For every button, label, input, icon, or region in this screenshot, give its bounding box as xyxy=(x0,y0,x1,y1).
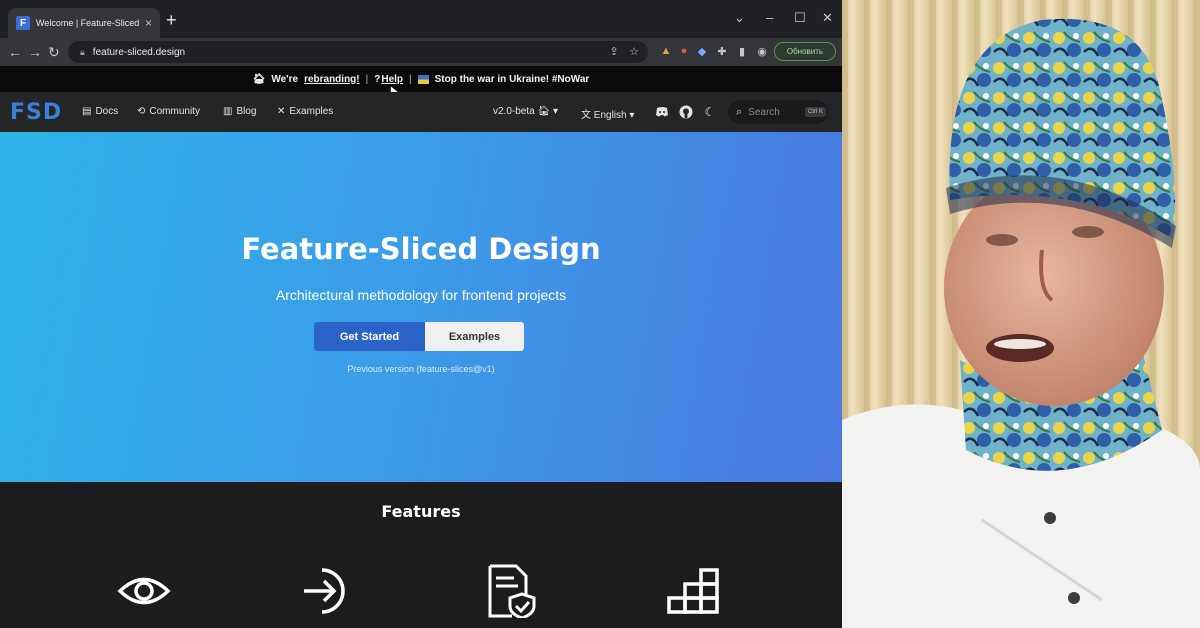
hero-subtitle: Architectural methodology for frontend p… xyxy=(275,287,567,303)
extension-icon[interactable]: ◆ xyxy=(696,44,708,58)
party-icon: 🏠︎ xyxy=(252,73,266,85)
forward-icon[interactable]: → xyxy=(28,43,42,61)
tab-strip: F Welcome | Feature-Sliced Design × + ⌄ … xyxy=(0,0,842,38)
ukraine-flag-icon xyxy=(417,74,429,84)
site-navbar: FSD ▤ Docs ⟲ Community ▥ Blog ✕ Examples… xyxy=(0,92,842,132)
extensions-puzzle-icon[interactable]: ✚ xyxy=(716,44,728,58)
close-window-icon[interactable]: ✕ xyxy=(822,10,833,26)
tools-icon: ✕ xyxy=(277,106,286,117)
screenshot: F Welcome | Feature-Sliced Design × + ⌄ … xyxy=(0,0,1200,628)
nav-examples[interactable]: ✕ Examples xyxy=(277,106,333,117)
examples-button[interactable]: Examples xyxy=(425,322,524,351)
extension-icon[interactable]: ● xyxy=(678,44,690,58)
url-text: feature-sliced.design xyxy=(92,46,186,58)
search-icon: ⌕ xyxy=(736,105,743,118)
address-bar[interactable]: 🔒︎ feature-sliced.design xyxy=(68,41,648,63)
profile-icon[interactable]: ◉ xyxy=(756,44,768,58)
nav-docs[interactable]: ▤ Docs xyxy=(82,106,118,117)
help-prefix: ? xyxy=(374,73,381,85)
community-icon: ⟲ xyxy=(137,106,146,117)
discord-icon[interactable] xyxy=(654,104,670,120)
rebranding-link[interactable]: rebranding! xyxy=(304,74,360,85)
lock-icon: 🔒︎ xyxy=(80,46,85,57)
separator: | xyxy=(365,73,369,85)
blog-icon: ▥ xyxy=(223,106,233,117)
webcam-video xyxy=(842,0,1200,628)
nav-examples-label: Examples xyxy=(289,106,334,117)
side-panel-icon[interactable]: ▮ xyxy=(736,44,748,58)
version-dropdown[interactable]: v2.0-beta 🏠︎ ▾ xyxy=(493,106,558,117)
search-box[interactable]: ⌕ Search Ctrl K xyxy=(728,100,828,124)
hero-section: Feature-Sliced Design Architectural meth… xyxy=(0,132,842,482)
tab-search-icon[interactable]: ⌄ xyxy=(734,10,745,26)
hero-title: Feature-Sliced Design xyxy=(241,232,601,266)
book-icon: ▤ xyxy=(82,106,92,117)
extension-icon[interactable]: ▲ xyxy=(660,44,672,58)
version-label: v2.0-beta xyxy=(493,106,535,117)
features-section: Features xyxy=(0,482,842,628)
nav-blog-label: Blog xyxy=(236,106,257,117)
close-tab-icon[interactable]: × xyxy=(145,16,152,30)
blocks-icon xyxy=(667,568,719,614)
share-icon[interactable]: ⇪ xyxy=(608,44,620,58)
get-started-button[interactable]: Get Started xyxy=(314,322,425,351)
separator: | xyxy=(409,73,412,85)
chevron-down-icon: ▾ xyxy=(552,106,558,117)
help-link[interactable]: Help xyxy=(381,74,403,85)
language-dropdown[interactable]: 文 English ▾ xyxy=(581,106,634,121)
favicon: F xyxy=(16,16,30,30)
chevron-down-icon: ▾ xyxy=(629,110,635,121)
reload-icon[interactable]: ↻ xyxy=(48,43,60,61)
eye-icon xyxy=(117,577,171,605)
back-icon[interactable]: ← xyxy=(8,43,22,61)
nav-docs-label: Docs xyxy=(95,106,119,117)
rebrand-prefix: We're xyxy=(271,73,299,85)
language-label: English xyxy=(593,110,627,121)
nav-community-label: Community xyxy=(149,106,200,117)
dark-mode-moon-icon[interactable]: ☾ xyxy=(702,104,718,120)
new-tab-icon[interactable]: + xyxy=(166,10,177,30)
minimize-icon[interactable]: – xyxy=(766,10,773,25)
search-placeholder: Search xyxy=(748,106,780,118)
update-button[interactable]: Обновить xyxy=(774,42,836,61)
search-shortcut: Ctrl K xyxy=(805,107,826,117)
nav-community[interactable]: ⟲ Community xyxy=(137,106,200,117)
browser-toolbar: ← → ↻ 🔒︎ feature-sliced.design ⇪ ☆ ▲ ● ◆… xyxy=(0,38,842,66)
maximize-icon[interactable]: ☐ xyxy=(794,10,806,26)
previous-version-link[interactable]: Previous version (feature-slices@v1) xyxy=(0,364,842,374)
war-text: Stop the war in Ukraine! #NoWar xyxy=(434,73,590,85)
browser-window: F Welcome | Feature-Sliced Design × + ⌄ … xyxy=(0,0,842,628)
nav-blog[interactable]: ▥ Blog xyxy=(223,106,256,117)
fsd-logo[interactable]: FSD xyxy=(10,100,62,125)
announcement-bar: 🏠︎ We're rebranding! | ? Help | Stop the… xyxy=(0,66,842,92)
bookmark-star-icon[interactable]: ☆ xyxy=(628,44,640,58)
house-icon: 🏠︎ xyxy=(537,106,551,117)
features-title: Features xyxy=(381,502,461,521)
tab-title: Welcome | Feature-Sliced Design xyxy=(36,18,139,28)
sign-in-icon xyxy=(304,568,345,614)
github-icon[interactable] xyxy=(678,104,694,120)
translate-icon: 文 xyxy=(581,110,591,121)
shield-document-icon xyxy=(488,564,536,618)
browser-tab[interactable]: F Welcome | Feature-Sliced Design × xyxy=(8,8,160,38)
